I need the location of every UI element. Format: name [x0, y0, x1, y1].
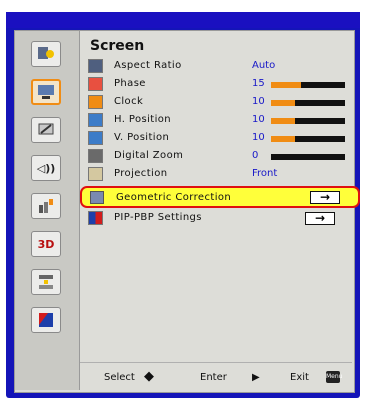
- menu-item-h-position[interactable]: H. Position 10: [80, 112, 352, 130]
- digital-zoom-icon: [88, 149, 103, 163]
- footer-hints: Select ◆ Enter ▶ Exit Menu: [80, 362, 352, 391]
- digital-zoom-slider[interactable]: [271, 154, 345, 160]
- menu-item-value: 10: [252, 96, 265, 107]
- enter-submenu-arrow-icon[interactable]: →: [305, 212, 335, 225]
- menu-item-label: Digital Zoom: [114, 150, 184, 161]
- menu-item-value: 0: [252, 150, 259, 161]
- projection-icon: [88, 167, 103, 181]
- geometric-correction-icon: [90, 191, 104, 204]
- slider-fill: [271, 82, 301, 88]
- aspect-ratio-icon: [88, 59, 103, 73]
- menu-item-projection[interactable]: Projection Front: [80, 166, 352, 184]
- volume-icon[interactable]: ◁)): [31, 155, 61, 181]
- menu-item-digital-zoom[interactable]: Digital Zoom 0: [80, 148, 352, 166]
- 3d-icon[interactable]: 3D: [31, 231, 61, 257]
- menu-item-clock[interactable]: Clock 10: [80, 94, 352, 112]
- slider-fill: [271, 100, 296, 106]
- h-position-slider[interactable]: [271, 118, 345, 124]
- screen-menu: Screen Aspect Ratio Auto Phase 15 Clock …: [80, 31, 360, 361]
- slider-fill: [271, 136, 296, 142]
- image-settings-icon[interactable]: [31, 41, 61, 67]
- menu-item-value: 10: [252, 132, 265, 143]
- v-position-slider[interactable]: [271, 136, 345, 142]
- pip-pbp-icon: [88, 211, 103, 225]
- menu-title: Screen: [90, 38, 145, 54]
- menu-key-icon: Menu: [326, 371, 342, 383]
- menu-item-phase[interactable]: Phase 15: [80, 76, 352, 94]
- v-position-icon: [88, 131, 103, 145]
- phase-icon: [88, 77, 103, 91]
- menu-item-pip-pbp-settings[interactable]: PIP-PBP Settings →: [80, 210, 352, 228]
- menu-item-label: Projection: [114, 168, 168, 179]
- clock-slider[interactable]: [271, 100, 345, 106]
- menu-item-label: PIP-PBP Settings: [114, 212, 202, 223]
- exit-label: Exit: [290, 372, 309, 383]
- clock-icon: [88, 95, 103, 109]
- exit-icon[interactable]: [31, 307, 61, 333]
- menu-item-aspect-ratio[interactable]: Aspect Ratio Auto: [80, 58, 352, 76]
- slider-fill: [271, 118, 296, 124]
- menu-item-geometric-correction[interactable]: Geometric Correction →: [80, 186, 360, 208]
- menu-item-value: Auto: [252, 60, 276, 71]
- menu-item-value: 15: [252, 78, 265, 89]
- menu-item-label: H. Position: [114, 114, 172, 125]
- h-position-icon: [88, 113, 103, 127]
- sidebar: ◁)) 3D: [15, 31, 80, 390]
- menu-item-label: Phase: [114, 78, 146, 89]
- options-icon[interactable]: [31, 193, 61, 219]
- phase-slider[interactable]: [271, 82, 345, 88]
- menu-item-v-position[interactable]: V. Position 10: [80, 130, 352, 148]
- menu-item-label: V. Position: [114, 132, 170, 143]
- menu-item-value: Front: [252, 168, 278, 179]
- select-updown-icon: ◆: [144, 369, 154, 384]
- menu-item-label: Geometric Correction: [116, 192, 232, 203]
- menu-item-label: Aspect Ratio: [114, 60, 182, 71]
- enter-label: Enter: [200, 372, 227, 383]
- menu-item-label: Clock: [114, 96, 144, 107]
- enter-play-icon: ▶: [252, 372, 260, 383]
- menu-item-value: 10: [252, 114, 265, 125]
- lan-icon[interactable]: [31, 269, 61, 295]
- setting-icon[interactable]: [31, 117, 61, 143]
- screen-settings-icon[interactable]: [31, 79, 61, 105]
- page: ◁)) 3D Screen Aspect Ratio Auto Phase 15: [0, 0, 367, 405]
- select-label: Select: [104, 372, 135, 383]
- osd-topbar: [6, 12, 360, 28]
- enter-submenu-arrow-icon[interactable]: →: [310, 191, 340, 204]
